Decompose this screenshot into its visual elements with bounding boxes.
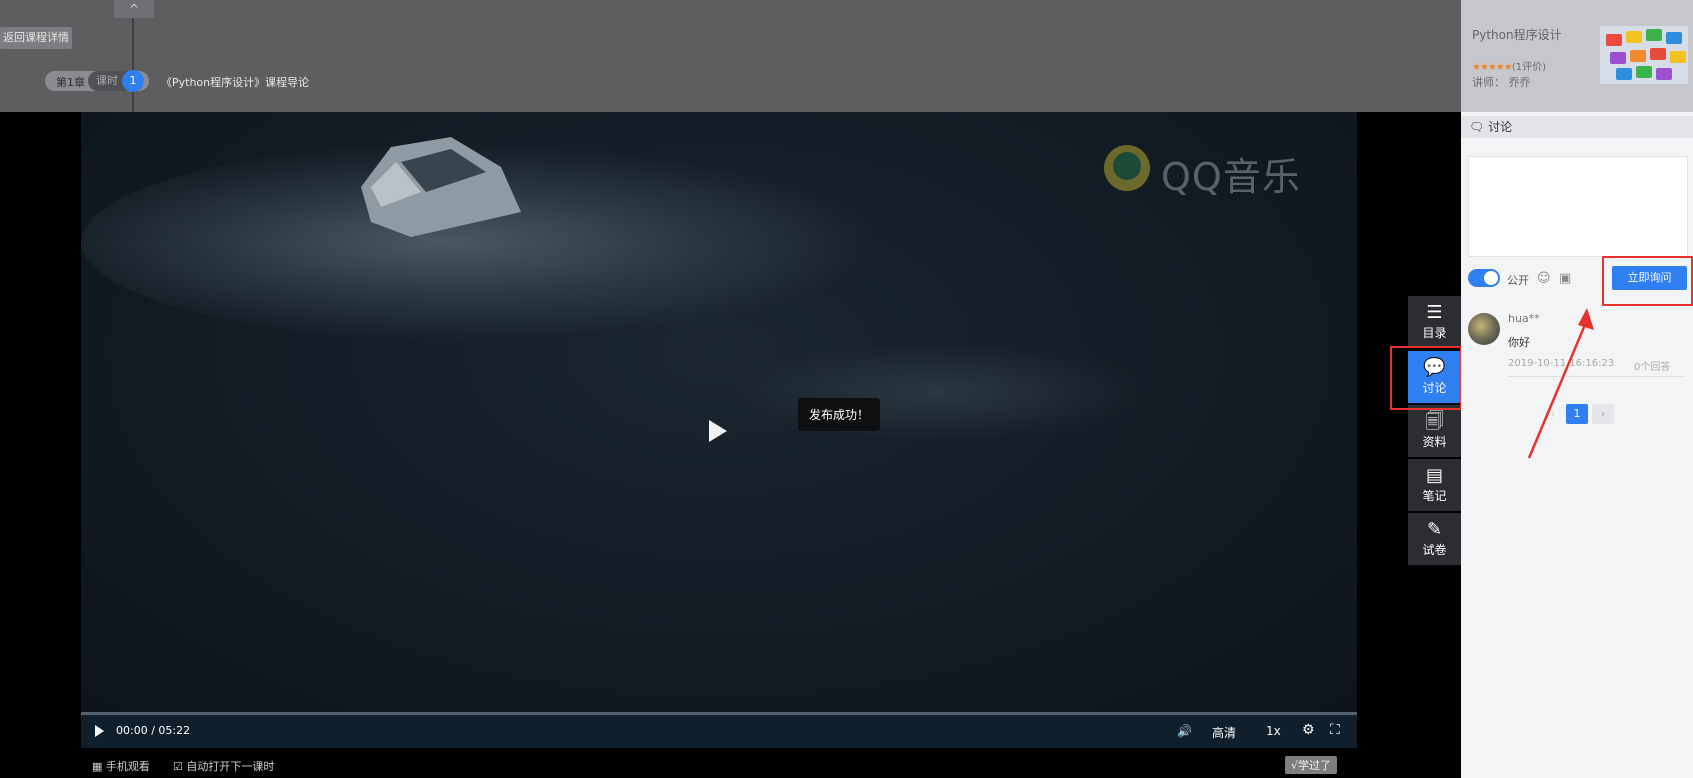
post-replies[interactable]: 0个回答 bbox=[1634, 358, 1670, 373]
annotation-arrow-icon bbox=[1527, 308, 1594, 459]
discussion-header: 🗨 讨论 bbox=[1461, 116, 1693, 138]
chapter-label: 第1章 bbox=[56, 76, 85, 89]
highlight-box bbox=[1390, 346, 1462, 410]
public-label: 公开 bbox=[1507, 274, 1529, 287]
course-title[interactable]: Python程序设计 bbox=[1472, 26, 1562, 43]
tab-notes[interactable]: ▤ 笔记 bbox=[1408, 459, 1461, 511]
rating-stars: ★★★★★ bbox=[1472, 62, 1513, 73]
play-big-icon[interactable] bbox=[709, 420, 727, 442]
checkbox-icon: ☑ bbox=[173, 760, 187, 773]
page: ^ 返回课程详情 第1章 课时 1 《Python程序设计》课程导论 QQ音乐 … bbox=[0, 0, 1693, 778]
highlight-box bbox=[1602, 256, 1693, 306]
autoplay-label: 自动打开下一课时 bbox=[186, 760, 275, 773]
time-display: 00:00 / 05:22 bbox=[116, 724, 191, 737]
lesson-title[interactable]: 《Python程序设计》课程导论 bbox=[161, 74, 309, 90]
tab-materials[interactable]: 🗐 资料 bbox=[1408, 405, 1461, 457]
avatar[interactable] bbox=[1468, 313, 1500, 345]
lesson-header bbox=[0, 0, 1461, 112]
tab-label: 目录 bbox=[1422, 326, 1447, 340]
thumb-key bbox=[1646, 29, 1662, 41]
thumb-key bbox=[1666, 32, 1682, 44]
tab-label: 试卷 bbox=[1422, 543, 1447, 557]
mark-learned-button[interactable]: √学过了 bbox=[1285, 756, 1338, 774]
pen-icon: ✎ bbox=[1426, 519, 1443, 540]
volume-icon[interactable]: 🔊 bbox=[1177, 724, 1192, 738]
thumb-key bbox=[1626, 31, 1642, 43]
teacher-label: 讲师： bbox=[1472, 76, 1505, 89]
teacher-info: 讲师： 乔乔 bbox=[1472, 75, 1531, 90]
question-textarea[interactable] bbox=[1468, 156, 1688, 257]
teacher-name: 乔乔 bbox=[1508, 76, 1531, 89]
speed-selector[interactable]: 1x bbox=[1266, 724, 1281, 738]
tab-exam[interactable]: ✎ 试卷 bbox=[1408, 513, 1461, 565]
autoplay-checkbox[interactable]: ☑ 自动打开下一课时 bbox=[173, 758, 274, 774]
files-icon: 🗐 bbox=[1425, 411, 1444, 432]
timeline-line bbox=[132, 18, 134, 112]
fullscreen-icon[interactable]: ⛶ bbox=[1330, 722, 1340, 738]
collapse-button[interactable]: ^ bbox=[114, 0, 154, 18]
qq-music-note-icon bbox=[1113, 152, 1141, 180]
tab-catalog[interactable]: ☰ 目录 bbox=[1408, 296, 1461, 348]
list-icon: ☰ bbox=[1426, 302, 1443, 323]
emoji-icon[interactable]: ☺ bbox=[1537, 271, 1551, 286]
mobile-watch-link[interactable]: ▦ 手机观看 bbox=[92, 758, 150, 774]
mobile-watch-label: 手机观看 bbox=[105, 760, 150, 773]
video-frame-car bbox=[361, 137, 521, 237]
video-player[interactable]: QQ音乐 发布成功！ bbox=[81, 112, 1357, 712]
course-thumbnail[interactable] bbox=[1600, 26, 1688, 84]
publish-success-toast: 发布成功！ bbox=[798, 398, 881, 431]
toggle-knob bbox=[1484, 271, 1498, 285]
thumb-key bbox=[1636, 66, 1652, 78]
review-count: (1评价) bbox=[1511, 62, 1546, 73]
watermark-text: QQ音乐 bbox=[1161, 155, 1301, 199]
chat-icon: 🗨 bbox=[1469, 120, 1489, 134]
progress-bar[interactable] bbox=[81, 712, 1357, 715]
thumb-key bbox=[1630, 50, 1646, 62]
gear-icon[interactable]: ⚙ bbox=[1302, 722, 1315, 738]
qr-icon: ▦ bbox=[92, 760, 106, 773]
thumb-key bbox=[1650, 48, 1666, 60]
thumb-key bbox=[1606, 34, 1622, 46]
thumb-key bbox=[1656, 68, 1672, 80]
thumb-key bbox=[1616, 68, 1632, 80]
play-icon[interactable] bbox=[95, 725, 104, 737]
video-frame-spray bbox=[731, 342, 1151, 442]
back-to-course-button[interactable]: 返回课程详情 bbox=[0, 27, 72, 49]
tab-label: 资料 bbox=[1422, 435, 1447, 449]
course-rating: ★★★★★(1评价) bbox=[1472, 58, 1546, 73]
quality-selector[interactable]: 高清 bbox=[1212, 724, 1236, 741]
thumb-key bbox=[1610, 52, 1626, 64]
tab-label: 笔记 bbox=[1422, 489, 1447, 503]
image-icon[interactable]: ▣ bbox=[1559, 271, 1571, 286]
lesson-number-badge[interactable]: 1 bbox=[122, 70, 144, 92]
thumb-key bbox=[1670, 51, 1686, 63]
notes-icon: ▤ bbox=[1425, 465, 1443, 486]
player-control-bar bbox=[81, 712, 1357, 748]
discussion-title: 讨论 bbox=[1488, 120, 1513, 134]
